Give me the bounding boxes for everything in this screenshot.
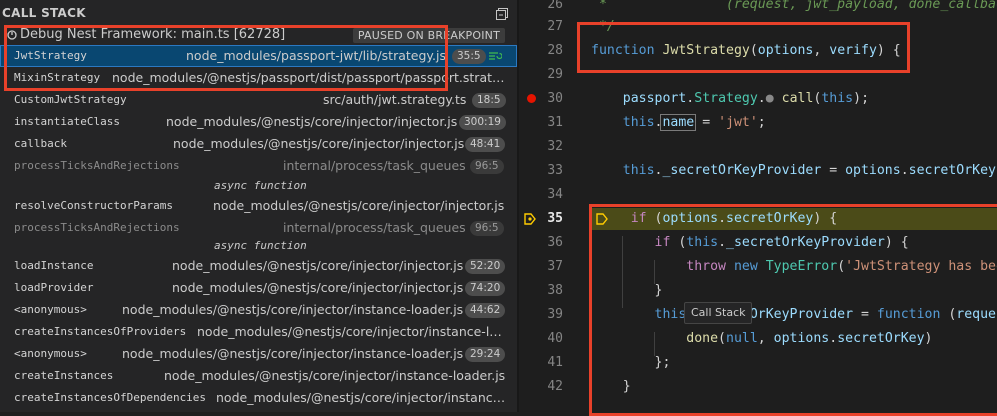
line-number: 38 [547, 283, 563, 298]
stack-frame[interactable]: MixinStrategy node_modules/@nestjs/passp… [0, 67, 517, 89]
code-line-36: if (this._secretOrKeyProvider) { [654, 235, 909, 250]
frame-function-name: processTicksAndRejections [14, 221, 180, 234]
call-stack-header[interactable]: CALL STACK [0, 3, 517, 25]
line-number: 31 [547, 115, 563, 130]
stack-frame[interactable]: createInstancesOfProviders node_modules/… [0, 321, 517, 343]
frame-function-name: resolveConstructorParams [14, 199, 173, 212]
code-line-35: if (options.secretOrKey) { [630, 211, 838, 226]
frame-function-name: createInstancesOfDependencies [14, 391, 207, 404]
code-line-42: } [591, 379, 631, 394]
line-number: 32 [547, 139, 563, 154]
frame-line-badge: 96:5 [470, 159, 504, 174]
frame-line-badge: 44:62 [465, 303, 506, 318]
call-stack-panel: CALL STACK Debug Nest Framework: main.ts… [0, 0, 517, 412]
frame-function-name: JwtStrategy [14, 49, 87, 62]
stack-frame[interactable]: instantiateClass node_modules/@nestjs/co… [0, 111, 517, 133]
frame-file-path: node_modules/@nestjs/core/injector/injec… [172, 258, 464, 273]
frame-file-path: internal/process/task_queues [283, 158, 466, 173]
frame-file-path: node_modules/@nestjs/core/injector/insta… [197, 324, 502, 339]
frame-function-name: processTicksAndRejections [14, 159, 180, 172]
frame-function-name: loadProvider [14, 281, 94, 294]
frame-function-name: MixinStrategy [14, 71, 101, 84]
stack-frame[interactable]: CustomJwtStrategy src/auth/jwt.strategy.… [0, 89, 517, 111]
frame-line-badge: 29:24 [465, 347, 506, 362]
code-line-40: done(null, options.secretOrKey) [686, 331, 933, 346]
line-number: 42 [547, 379, 563, 394]
stack-frame[interactable]: <anonymous> node_modules/@nestjs/core/in… [0, 343, 517, 365]
line-number: 36 [547, 235, 563, 250]
call-stack-tooltip: Call Stack [684, 302, 753, 324]
code-line-28: function JwtStrategy(options, verify) { [591, 43, 901, 58]
line-number: 29 [547, 67, 563, 82]
frame-function-name: instantiateClass [14, 115, 120, 128]
frame-file-path: node_modules/@nestjs/core/injector/injec… [172, 280, 464, 295]
stack-frame[interactable]: createInstances node_modules/@nestjs/cor… [0, 365, 517, 387]
code-line-30: passport.Strategy.● call(this); [622, 91, 870, 106]
stack-frame[interactable]: loadInstance node_modules/@nestjs/core/i… [0, 255, 517, 277]
debug-session[interactable]: Debug Nest Framework: main.ts [62728] PA… [0, 26, 517, 44]
line-number-current: 35 [547, 211, 563, 226]
frame-file-path: node_modules/@nestjs/core/injector/injec… [213, 198, 505, 213]
frame-file-path: src/auth/jwt.strategy.ts [323, 92, 467, 107]
code-line-38: } [591, 283, 663, 298]
stack-frame[interactable]: <anonymous> node_modules/@nestjs/core/in… [0, 299, 517, 321]
code-line-26: * (request, jwt_payload, done_callback) [591, 0, 997, 12]
line-number: 34 [547, 187, 563, 202]
line-number: 39 [547, 307, 563, 322]
frame-function-name: CustomJwtStrategy [14, 93, 127, 106]
frame-line-badge: 96:5 [470, 221, 504, 236]
debug-session-icon [7, 30, 17, 40]
frame-file-path: node_modules/@nestjs/core/injector/insta… [216, 390, 506, 405]
line-number: 26 [547, 0, 563, 12]
stack-frame[interactable]: JwtStrategy node_modules/passport-jwt/li… [0, 45, 517, 67]
frame-line-badge: 74:20 [465, 281, 506, 296]
stack-frame[interactable]: processTicksAndRejections internal/proce… [0, 217, 517, 239]
frame-line-badge: 18:5 [472, 93, 506, 108]
frame-line-badge: 52:20 [465, 259, 506, 274]
line-number: 33 [547, 163, 563, 178]
line-number: 30 [547, 91, 563, 106]
code-line-39: this._secretOrKeyProvider = function (re… [654, 307, 997, 322]
frame-file-path: node_modules/@nestjs/core/injector/insta… [164, 368, 506, 383]
line-number: 28 [547, 43, 563, 58]
code-line-37: throw new TypeError('JwtStrategy has bee… [686, 259, 997, 274]
frame-function-name: callback [14, 137, 67, 150]
code-line-27: */ [591, 19, 615, 34]
stack-frame[interactable]: createInstancesOfDependencies node_modul… [0, 387, 517, 409]
code-editor[interactable]: 26 27 28 29 30 31 32 33 34 35 36 37 38 3… [519, 0, 997, 412]
line-number: 37 [547, 259, 563, 274]
stack-frame[interactable]: resolveConstructorParams node_modules/@n… [0, 195, 517, 217]
frame-file-path: node_modules/passport-jwt/lib/strategy.j… [186, 48, 446, 63]
frame-function-name: createInstances [14, 369, 114, 382]
restart-frame-icon[interactable] [488, 50, 502, 62]
paused-status-badge: PAUSED ON BREAKPOINT [352, 28, 505, 43]
frame-file-path: node_modules/@nestjs/core/injector/injec… [173, 136, 465, 151]
stack-frame[interactable]: callback node_modules/@nestjs/core/injec… [0, 133, 517, 155]
code-line-41: }; [591, 355, 671, 370]
stack-frame[interactable]: processTicksAndRejections internal/proce… [0, 155, 517, 177]
frame-line-badge: 35:5 [452, 49, 486, 64]
frame-line-badge: 300:19 [459, 115, 506, 130]
frame-file-path: node_modules/@nestjs/passport/dist/passp… [112, 70, 505, 85]
code-line-31: this.name = 'jwt'; [622, 114, 766, 131]
stack-frame[interactable]: loadProvider node_modules/@nestjs/core/i… [0, 277, 517, 299]
frame-line-badge: 48:41 [465, 137, 506, 152]
collapse-all-icon[interactable] [495, 7, 509, 21]
line-number: 41 [547, 355, 563, 370]
frame-file-path: node_modules/@nestjs/core/injector/insta… [122, 346, 464, 361]
frame-file-path: node_modules/@nestjs/core/injector/injec… [166, 114, 458, 129]
frame-function-name: <anonymous> [14, 347, 87, 360]
frame-function-name: createInstancesOfProviders [14, 325, 187, 338]
frame-file-path: internal/process/task_queues [283, 220, 466, 235]
line-number: 27 [547, 19, 563, 34]
frame-file-path: node_modules/@nestjs/core/injector/insta… [122, 302, 464, 317]
async-function-label: async function [214, 179, 307, 192]
debug-session-label: Debug Nest Framework: main.ts [62728] [20, 27, 286, 42]
frame-function-name: loadInstance [14, 259, 94, 272]
async-function-label: async function [214, 239, 307, 252]
call-stack-title: CALL STACK [2, 6, 86, 20]
code-line-33: this._secretOrKeyProvider = options.secr… [622, 163, 996, 178]
line-number: 40 [547, 331, 563, 346]
frame-function-name: <anonymous> [14, 303, 87, 316]
